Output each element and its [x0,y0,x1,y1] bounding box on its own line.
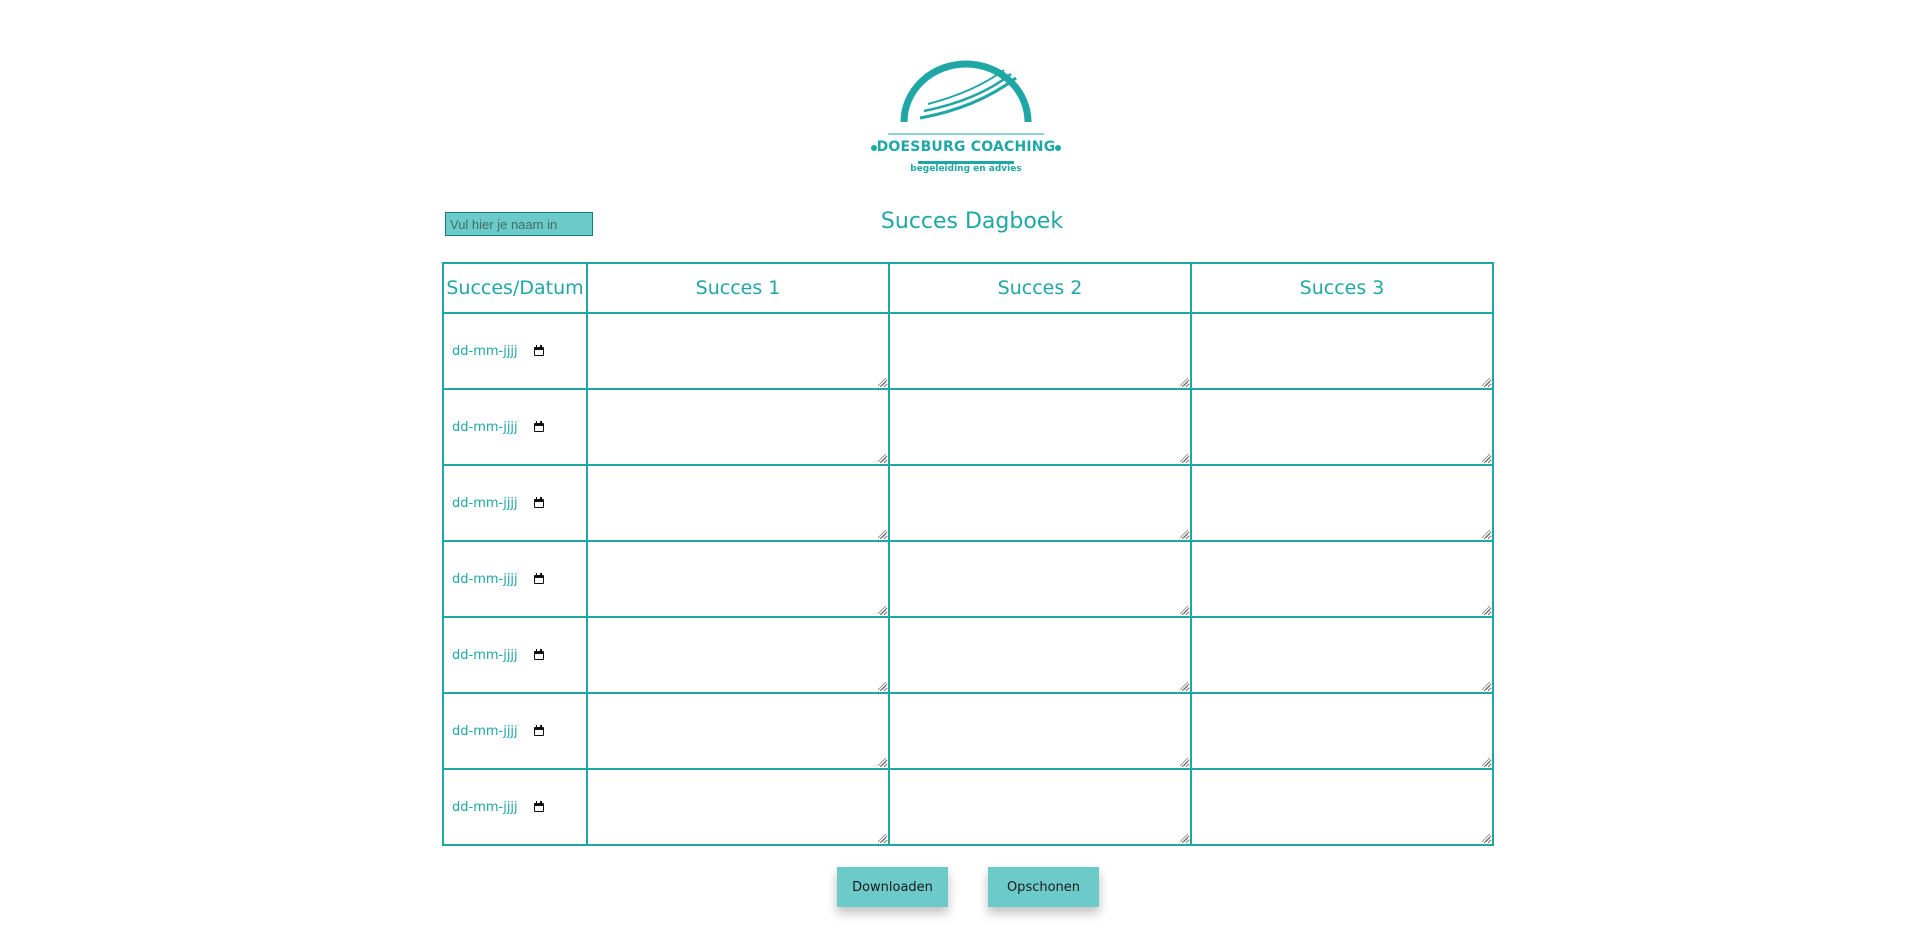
download-button[interactable]: Downloaden [837,867,948,907]
table-row: dd-mm-jjjj [442,388,1494,466]
table-body: dd-mm-jjjj dd-mm-jjjj dd-mm-jjjj dd-mm-j… [442,312,1494,846]
success-2-input[interactable] [890,618,1190,692]
date-cell[interactable]: dd-mm-jjjj [442,616,588,694]
success-cell[interactable] [1190,540,1494,618]
calendar-icon[interactable] [533,724,544,736]
logo-arc-icon [871,60,1061,164]
success-cell[interactable] [888,768,1192,846]
success-3-input[interactable] [1192,618,1492,692]
success-cell[interactable] [586,464,890,542]
table-row: dd-mm-jjjj [442,540,1494,618]
success-cell[interactable] [888,616,1192,694]
table-row: dd-mm-jjjj [442,692,1494,770]
table-row: dd-mm-jjjj [442,616,1494,694]
success-cell[interactable] [586,312,890,390]
success-cell[interactable] [586,388,890,466]
success-2-input[interactable] [890,542,1190,616]
success-cell[interactable] [586,692,890,770]
success-cell[interactable] [586,540,890,618]
success-1-input[interactable] [588,390,888,464]
date-input[interactable]: dd-mm-jjjj [452,800,518,815]
success-3-input[interactable] [1192,314,1492,388]
success-2-input[interactable] [890,466,1190,540]
success-cell[interactable] [586,768,890,846]
calendar-icon[interactable] [533,420,544,432]
name-input[interactable] [445,212,593,236]
success-3-input[interactable] [1192,466,1492,540]
calendar-icon[interactable] [533,648,544,660]
success-2-input[interactable] [890,694,1190,768]
success-1-input[interactable] [588,466,888,540]
success-diary-table: Succes/Datum Succes 1 Succes 2 Succes 3 … [442,262,1494,846]
success-3-input[interactable] [1192,694,1492,768]
success-1-input[interactable] [588,618,888,692]
date-cell[interactable]: dd-mm-jjjj [442,768,588,846]
success-cell[interactable] [1190,692,1494,770]
success-2-input[interactable] [890,770,1190,844]
success-3-input[interactable] [1192,542,1492,616]
success-cell[interactable] [586,616,890,694]
calendar-icon[interactable] [533,344,544,356]
success-cell[interactable] [888,312,1192,390]
page: DOESBURG COACHING begeleiding en advies … [0,0,1913,950]
success-1-input[interactable] [588,314,888,388]
success-cell[interactable] [888,692,1192,770]
success-1-input[interactable] [588,694,888,768]
logo: DOESBURG COACHING begeleiding en advies [866,60,1066,180]
table-row: dd-mm-jjjj [442,312,1494,390]
date-cell[interactable]: dd-mm-jjjj [442,540,588,618]
calendar-icon[interactable] [533,496,544,508]
header-success-3: Succes 3 [1190,262,1494,314]
calendar-icon[interactable] [533,572,544,584]
logo-tagline: begeleiding en advies [910,164,1022,174]
success-cell[interactable] [1190,768,1494,846]
success-2-input[interactable] [890,314,1190,388]
table-header-row: Succes/Datum Succes 1 Succes 2 Succes 3 [442,262,1494,314]
clear-button[interactable]: Opschonen [988,867,1099,907]
date-cell[interactable]: dd-mm-jjjj [442,692,588,770]
header-success-2: Succes 2 [888,262,1192,314]
date-cell[interactable]: dd-mm-jjjj [442,312,588,390]
date-input[interactable]: dd-mm-jjjj [452,420,518,435]
logo-brand-text: DOESBURG COACHING [876,139,1056,155]
success-cell[interactable] [888,464,1192,542]
date-cell[interactable]: dd-mm-jjjj [442,464,588,542]
date-input[interactable]: dd-mm-jjjj [452,648,518,663]
date-input[interactable]: dd-mm-jjjj [452,496,518,511]
table-row: dd-mm-jjjj [442,768,1494,846]
success-cell[interactable] [888,388,1192,466]
table-row: dd-mm-jjjj [442,464,1494,542]
calendar-icon[interactable] [533,800,544,812]
date-input[interactable]: dd-mm-jjjj [452,724,518,739]
date-input[interactable]: dd-mm-jjjj [452,572,518,587]
success-cell[interactable] [1190,388,1494,466]
success-1-input[interactable] [588,770,888,844]
header-success-1: Succes 1 [586,262,890,314]
date-cell[interactable]: dd-mm-jjjj [442,388,588,466]
header-date: Succes/Datum [442,262,588,314]
page-title: Succes Dagboek [880,209,1064,234]
date-input[interactable]: dd-mm-jjjj [452,344,518,359]
success-3-input[interactable] [1192,770,1492,844]
success-2-input[interactable] [890,390,1190,464]
success-3-input[interactable] [1192,390,1492,464]
success-cell[interactable] [1190,616,1494,694]
success-cell[interactable] [1190,464,1494,542]
success-cell[interactable] [888,540,1192,618]
success-1-input[interactable] [588,542,888,616]
success-cell[interactable] [1190,312,1494,390]
